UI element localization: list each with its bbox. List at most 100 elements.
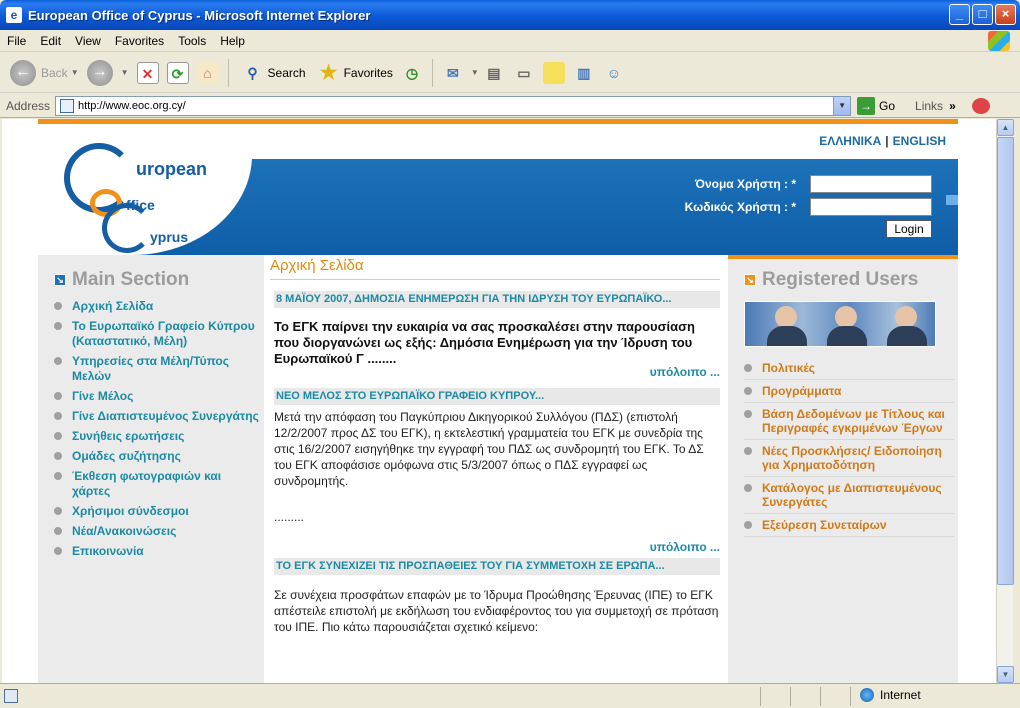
news-headline[interactable]: 8 ΜΑΪΟΥ 2007, ΔΗΜΟΣΙΑ ΕΝΗΜΕΡΩΣΗ ΓΙΑ ΤΗΝ … bbox=[274, 291, 720, 308]
eoc-logo[interactable]: uropean ffice yprus bbox=[58, 137, 238, 257]
lang-greek-link[interactable]: ΕΛΛΗΝΙΚΑ bbox=[819, 134, 881, 148]
rnav-item-label[interactable]: Κατάλογος με Διαπιστευμένους Συνεργάτες bbox=[762, 481, 954, 509]
edit-icon[interactable]: ▭ bbox=[513, 62, 535, 84]
address-input[interactable]: http://www.eoc.org.cy/ ▼ bbox=[55, 95, 852, 116]
minimize-icon[interactable]: _ bbox=[949, 4, 970, 25]
nav-item-label[interactable]: Το Ευρωπαϊκό Γραφείο Κύπρου (Καταστατικό… bbox=[72, 319, 260, 349]
chevron-down-icon[interactable]: ▼ bbox=[71, 68, 79, 77]
nav-item-label[interactable]: Αρχική Σελίδα bbox=[72, 299, 153, 314]
rnav-item-label[interactable]: Βάση Δεδομένων με Τίτλους και Περιγραφές… bbox=[762, 407, 954, 435]
nav-item-label[interactable]: Επικοινωνία bbox=[72, 544, 144, 559]
nav-item-photo-gallery[interactable]: Έκθεση φωτογραφιών και χάρτες bbox=[54, 469, 260, 499]
nav-item-label[interactable]: Ομάδες συζήτησης bbox=[72, 449, 181, 464]
rnav-item-projects-database[interactable]: Βάση Δεδομένων με Τίτλους και Περιγραφές… bbox=[744, 407, 954, 440]
scroll-up-icon[interactable]: ▲ bbox=[997, 119, 1014, 136]
toolbar-extension-icon[interactable] bbox=[971, 97, 990, 114]
nav-item-services[interactable]: Υπηρεσίες στα Μέλη/Τύπος Μελών bbox=[54, 354, 260, 384]
person-body bbox=[767, 326, 807, 346]
rnav-item-label[interactable]: Προγράμματα bbox=[762, 384, 841, 398]
read-more-link[interactable]: υπόλοιπο ... bbox=[650, 540, 720, 554]
logo-word-cyprus: yprus bbox=[150, 229, 189, 245]
menu-bar: File Edit View Favorites Tools Help bbox=[0, 30, 1020, 52]
nav-item-home[interactable]: Αρχική Σελίδα bbox=[54, 299, 260, 314]
scroll-down-icon[interactable]: ▼ bbox=[997, 666, 1014, 683]
scroll-thumb[interactable] bbox=[997, 137, 1014, 585]
rnav-item-programmes[interactable]: Προγράμματα bbox=[744, 384, 954, 403]
search-button[interactable]: ⚲ Search bbox=[234, 57, 310, 89]
browser-viewport: ΕΛΛΗΝΙΚΑ | ENGLISH uropean ffice yprus Όνο… bbox=[2, 119, 996, 683]
home-icon[interactable]: ⌂ bbox=[196, 61, 219, 84]
security-zone: Internet bbox=[860, 688, 921, 702]
favorites-button[interactable]: ★ Favorites bbox=[310, 57, 397, 89]
nav-item-label[interactable]: Νέα/Ανακοινώσεις bbox=[72, 524, 176, 539]
nav-item-faq[interactable]: Συνήθεις ερωτήσεις bbox=[54, 429, 260, 444]
nav-item-label[interactable]: Χρήσιμοι σύνδεσμοι bbox=[72, 504, 189, 519]
menu-file[interactable]: File bbox=[0, 34, 33, 48]
nav-item-label[interactable]: Υπηρεσίες στα Μέλη/Τύπος Μελών bbox=[72, 354, 260, 384]
rnav-item-label[interactable]: Νέες Προσκλήσεις/ Ειδοποίηση για Χρηματο… bbox=[762, 444, 954, 472]
business-people-image bbox=[744, 301, 936, 347]
maximize-icon[interactable]: □ bbox=[972, 4, 993, 25]
lang-english-link[interactable]: ENGLISH bbox=[893, 134, 946, 148]
links-label[interactable]: Links bbox=[915, 99, 943, 113]
vertical-scrollbar[interactable]: ▲ ▼ bbox=[996, 119, 1014, 683]
menu-edit[interactable]: Edit bbox=[33, 34, 68, 48]
close-icon[interactable]: × bbox=[995, 4, 1016, 25]
chevron-right-icon[interactable]: » bbox=[949, 99, 956, 113]
rnav-item-label[interactable]: Εξεύρεση Συνεταίρων bbox=[762, 518, 887, 532]
registered-nav: Πολιτικές Προγράμματα Βάση Δεδομένων με … bbox=[744, 361, 954, 541]
page-icon bbox=[60, 98, 75, 113]
chevron-down-icon[interactable]: ▼ bbox=[471, 68, 479, 77]
mail-icon[interactable]: ✉ bbox=[442, 62, 464, 84]
go-button[interactable]: → Go bbox=[857, 96, 896, 115]
forward-button[interactable]: → ▼ bbox=[83, 57, 133, 89]
bullet-icon bbox=[54, 432, 62, 440]
menu-tools[interactable]: Tools bbox=[171, 34, 213, 48]
bullet-icon bbox=[54, 322, 62, 330]
go-label: Go bbox=[879, 98, 896, 113]
research-icon[interactable]: ▥ bbox=[573, 62, 595, 84]
rnav-item-partner-search[interactable]: Εξεύρεση Συνεταίρων bbox=[744, 518, 954, 537]
news-headline[interactable]: ΤΟ ΕΓΚ ΣΥΝΕΧΙΖΕΙ ΤΙΣ ΠΡΟΣΠΑΘΕΙΕΣ ΤΟΥ ΓΙΑ… bbox=[274, 558, 720, 575]
bullet-icon bbox=[54, 357, 62, 365]
history-icon[interactable]: ◷ bbox=[401, 62, 423, 84]
chevron-down-icon[interactable]: ▼ bbox=[121, 68, 129, 77]
nav-item-label[interactable]: Έκθεση φωτογραφιών και χάρτες bbox=[72, 469, 260, 499]
nav-item-label[interactable]: Γίνε Μέλος bbox=[72, 389, 133, 404]
menu-favorites[interactable]: Favorites bbox=[108, 34, 171, 48]
nav-item-become-member[interactable]: Γίνε Μέλος bbox=[54, 389, 260, 404]
logo-word-european: uropean bbox=[136, 159, 208, 179]
nav-item-office[interactable]: Το Ευρωπαϊκό Γραφείο Κύπρου (Καταστατικό… bbox=[54, 319, 260, 349]
nav-item-news[interactable]: Νέα/Ανακοινώσεις bbox=[54, 524, 260, 539]
news-headline[interactable]: ΝΕΟ ΜΕΛΟΣ ΣΤΟ ΕΥΡΩΠΑΪΚΟ ΓΡΑΦΕΙΟ ΚΥΠΡΟΥ..… bbox=[274, 388, 720, 405]
nav-item-discussion-groups[interactable]: Ομάδες συζήτησης bbox=[54, 449, 260, 464]
main-section-title: Main Section bbox=[72, 269, 190, 290]
discuss-icon[interactable] bbox=[542, 61, 565, 84]
login-button[interactable]: Login bbox=[886, 220, 932, 238]
username-input[interactable] bbox=[810, 175, 932, 193]
rnav-item-partners-catalogue[interactable]: Κατάλογος με Διαπιστευμένους Συνεργάτες bbox=[744, 481, 954, 514]
read-more-link[interactable]: υπόλοιπο ... bbox=[650, 365, 720, 379]
person-face bbox=[895, 306, 917, 328]
refresh-icon[interactable]: ⟳ bbox=[166, 61, 189, 84]
messenger-icon[interactable]: ☺ bbox=[603, 62, 625, 84]
rnav-item-label[interactable]: Πολιτικές bbox=[762, 361, 815, 375]
print-icon[interactable]: ▤ bbox=[483, 62, 505, 84]
nav-item-useful-links[interactable]: Χρήσιμοι σύνδεσμοι bbox=[54, 504, 260, 519]
rnav-item-policies[interactable]: Πολιτικές bbox=[744, 361, 954, 380]
nav-item-label[interactable]: Γίνε Διαπιστευμένος Συνεργάτης bbox=[72, 409, 259, 424]
menu-help[interactable]: Help bbox=[213, 34, 252, 48]
stop-icon[interactable]: ✕ bbox=[136, 61, 159, 84]
address-url[interactable]: http://www.eoc.org.cy/ bbox=[78, 100, 186, 112]
nav-item-contact[interactable]: Επικοινωνία bbox=[54, 544, 260, 559]
password-input[interactable] bbox=[810, 198, 932, 216]
rnav-item-new-calls[interactable]: Νέες Προσκλήσεις/ Ειδοποίηση για Χρηματο… bbox=[744, 444, 954, 477]
nav-item-label[interactable]: Συνήθεις ερωτήσεις bbox=[72, 429, 184, 444]
password-row: Κωδικός Χρήστη : * bbox=[685, 198, 932, 216]
nav-item-accredited-partner[interactable]: Γίνε Διαπιστευμένος Συνεργάτης bbox=[54, 409, 260, 424]
menu-view[interactable]: View bbox=[68, 34, 108, 48]
back-button[interactable]: ← Back ▼ bbox=[6, 57, 83, 89]
bullet-icon bbox=[744, 521, 752, 529]
chevron-down-icon[interactable]: ▼ bbox=[833, 96, 851, 115]
person-face bbox=[835, 306, 857, 328]
